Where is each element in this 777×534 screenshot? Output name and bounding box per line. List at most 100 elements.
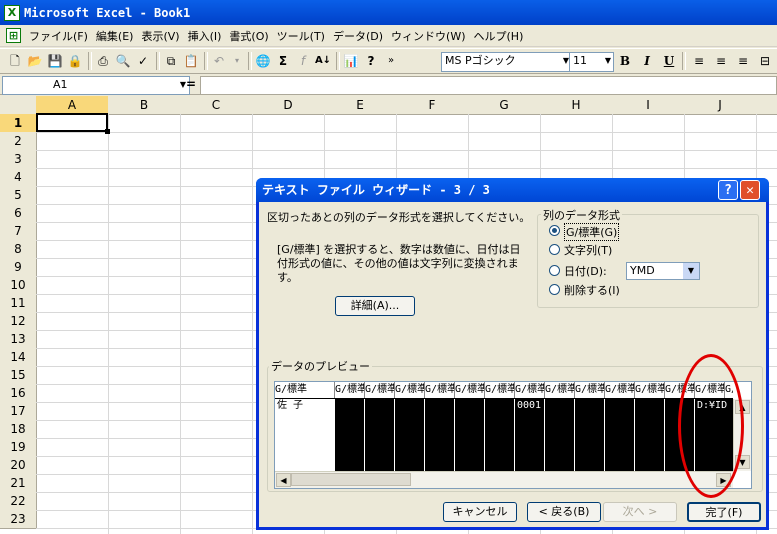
bold-button[interactable]: B: [616, 52, 634, 70]
row-header-7[interactable]: 7: [0, 222, 37, 241]
open-folder-icon[interactable]: 📂: [26, 52, 44, 70]
radio-text[interactable]: [549, 244, 560, 255]
menu-file[interactable]: ファイル(F): [25, 28, 92, 44]
preview-header[interactable]: G/標準: [485, 382, 515, 398]
formula-input[interactable]: [200, 76, 777, 95]
sort-ascending-icon[interactable]: A↓: [314, 52, 332, 70]
row-header-5[interactable]: 5: [0, 186, 37, 205]
radio-general-label[interactable]: G/標準(G): [564, 223, 620, 241]
row-header-13[interactable]: 13: [0, 330, 37, 349]
column-header-b[interactable]: B: [108, 96, 181, 115]
new-file-icon[interactable]: 🗋: [6, 52, 24, 70]
menu-format[interactable]: 書式(O): [225, 28, 272, 44]
preview-header[interactable]: G/標準: [365, 382, 395, 398]
row-header-8[interactable]: 8: [0, 240, 37, 259]
scroll-thumb[interactable]: [291, 473, 411, 486]
row-header-20[interactable]: 20: [0, 456, 37, 475]
date-format-select[interactable]: YMD ▼: [626, 262, 700, 280]
row-header-22[interactable]: 22: [0, 492, 37, 511]
next-button[interactable]: 次へ >: [603, 502, 677, 522]
preview-horizontal-scrollbar[interactable]: ◀ ▶: [275, 471, 733, 488]
preview-header[interactable]: G/標準: [515, 382, 545, 398]
preview-header[interactable]: G/標準: [275, 382, 335, 398]
row-header-16[interactable]: 16: [0, 384, 37, 403]
function-icon[interactable]: f: [294, 52, 312, 70]
column-header-d[interactable]: D: [252, 96, 325, 115]
font-size-box[interactable]: 11 ▼: [569, 52, 614, 72]
row-header-4[interactable]: 4: [0, 168, 37, 187]
row-header-10[interactable]: 10: [0, 276, 37, 295]
scroll-left-icon[interactable]: ◀: [276, 473, 291, 487]
select-all-corner[interactable]: [0, 96, 37, 115]
row-header-12[interactable]: 12: [0, 312, 37, 331]
menu-view[interactable]: 表示(V): [137, 28, 183, 44]
copy-icon[interactable]: ⧉: [162, 52, 180, 70]
preview-header[interactable]: G/標準: [455, 382, 485, 398]
row-header-23[interactable]: 23: [0, 510, 37, 529]
close-button[interactable]: ✕: [740, 180, 760, 200]
back-button[interactable]: < 戻る(B): [527, 502, 601, 522]
row-header-11[interactable]: 11: [0, 294, 37, 313]
preview-header[interactable]: G/標準: [605, 382, 635, 398]
column-header-g[interactable]: G: [468, 96, 541, 115]
align-right-icon[interactable]: ≡: [734, 52, 752, 70]
active-cell-a1[interactable]: [36, 113, 110, 134]
preview-header[interactable]: G/標準: [425, 382, 455, 398]
column-header-k[interactable]: [756, 96, 777, 115]
cancel-button[interactable]: キャンセル: [443, 502, 517, 522]
radio-skip-label[interactable]: 削除する(I): [564, 282, 620, 298]
merge-center-icon[interactable]: ⊟: [756, 52, 774, 70]
column-header-j[interactable]: J: [684, 96, 757, 115]
column-header-e[interactable]: E: [324, 96, 397, 115]
preview-header[interactable]: G/標準: [395, 382, 425, 398]
toolbar-options-icon[interactable]: »: [382, 52, 400, 70]
autosum-icon[interactable]: Σ: [274, 52, 292, 70]
menu-tools[interactable]: ツール(T): [273, 28, 329, 44]
preview-header[interactable]: G/標準: [635, 382, 665, 398]
print-preview-icon[interactable]: 🔍: [114, 52, 132, 70]
radio-date-label[interactable]: 日付(D):: [564, 263, 607, 279]
name-box[interactable]: A1 ▼: [2, 76, 190, 95]
row-header-15[interactable]: 15: [0, 366, 37, 385]
underline-button[interactable]: U: [660, 52, 678, 70]
paste-icon[interactable]: 📋: [182, 52, 200, 70]
preview-header[interactable]: G/標準: [545, 382, 575, 398]
equals-icon[interactable]: =: [186, 77, 196, 91]
row-header-6[interactable]: 6: [0, 204, 37, 223]
column-header-i[interactable]: I: [612, 96, 685, 115]
preview-header[interactable]: G/標準: [575, 382, 605, 398]
font-name-box[interactable]: MS Pゴシック ▼: [441, 52, 572, 72]
radio-general[interactable]: [549, 225, 560, 236]
workbook-icon[interactable]: ⊞: [6, 28, 21, 43]
hyperlink-icon[interactable]: 🌐: [254, 52, 272, 70]
row-header-3[interactable]: 3: [0, 150, 37, 169]
dialog-title-bar[interactable]: テキスト ファイル ウィザード - 3 / 3 ? ✕: [256, 178, 769, 202]
column-header-h[interactable]: H: [540, 96, 613, 115]
details-button[interactable]: 詳細(A)...: [335, 296, 415, 316]
preview-header[interactable]: G/標準: [335, 382, 365, 398]
undo-icon[interactable]: ↶: [210, 52, 228, 70]
row-header-21[interactable]: 21: [0, 474, 37, 493]
chevron-down-icon[interactable]: ▼: [683, 263, 699, 279]
permission-icon[interactable]: 🔒: [66, 52, 84, 70]
column-header-c[interactable]: C: [180, 96, 253, 115]
align-center-icon[interactable]: ≡: [712, 52, 730, 70]
row-header-14[interactable]: 14: [0, 348, 37, 367]
chevron-down-icon[interactable]: ▼: [605, 53, 611, 69]
row-header-18[interactable]: 18: [0, 420, 37, 439]
undo-dropdown-icon[interactable]: ▾: [228, 52, 246, 70]
finish-button[interactable]: 完了(F): [687, 502, 761, 522]
print-icon[interactable]: ⎙: [94, 52, 112, 70]
row-header-9[interactable]: 9: [0, 258, 37, 277]
spelling-icon[interactable]: ✓: [134, 52, 152, 70]
italic-button[interactable]: I: [638, 52, 656, 70]
menu-window[interactable]: ウィンドウ(W): [387, 28, 469, 44]
menu-edit[interactable]: 編集(E): [92, 28, 138, 44]
row-header-17[interactable]: 17: [0, 402, 37, 421]
chart-wizard-icon[interactable]: 📊: [342, 52, 360, 70]
row-header-19[interactable]: 19: [0, 438, 37, 457]
row-header-1[interactable]: 1: [0, 114, 37, 133]
radio-skip[interactable]: [549, 284, 560, 295]
row-header-2[interactable]: 2: [0, 132, 37, 151]
align-left-icon[interactable]: ≡: [690, 52, 708, 70]
